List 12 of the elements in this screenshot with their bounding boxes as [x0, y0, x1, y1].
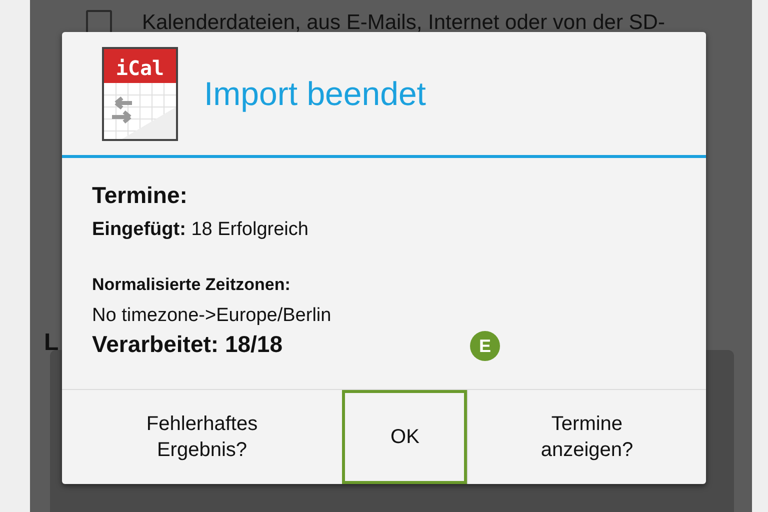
- result-text: Eingefügt: 18 Erfolgreich: [92, 219, 308, 241]
- dialog-title: Import beendet: [204, 74, 426, 112]
- option-description: Kalenderdateien, aus E-Mails, Internet oder von der SD-: [142, 11, 665, 35]
- dialog-button[interactable]: Termine anzeigen?: [467, 390, 706, 484]
- result-text: Verarbeitet: 18/18: [92, 331, 283, 358]
- result-text: Normalisierte Zeitzonen:: [92, 275, 290, 295]
- result-text: Termine:: [92, 182, 188, 209]
- calendar-icon: iCal: [102, 46, 178, 140]
- result-text: No timezone->Europe/Berlin: [92, 305, 332, 327]
- section-heading: L: [44, 329, 59, 357]
- dialog-button[interactable]: Fehlerhaftes Ergebnis?: [62, 390, 342, 484]
- dialog-button[interactable]: OK: [342, 390, 467, 484]
